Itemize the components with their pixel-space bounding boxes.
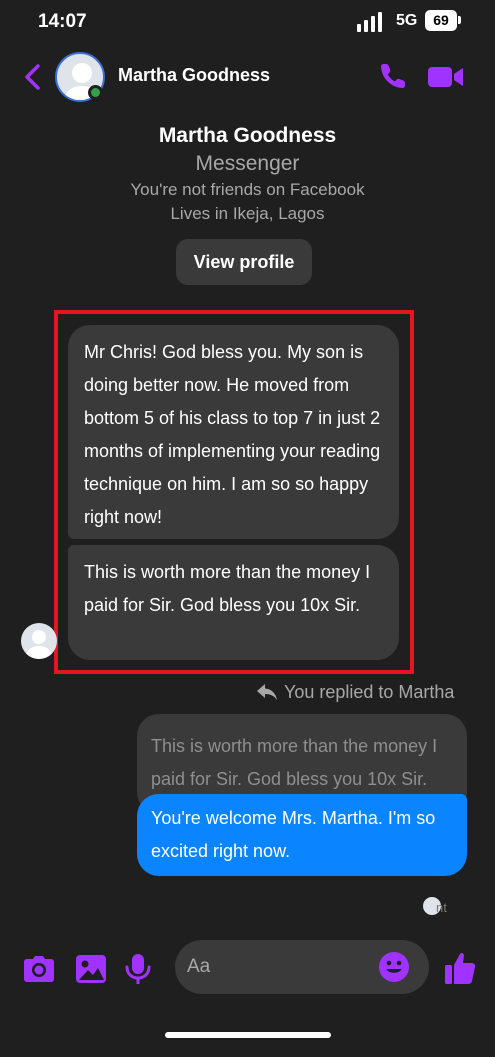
- message-composer: [0, 935, 495, 1001]
- contact-name[interactable]: Martha Goodness: [118, 65, 270, 86]
- status-time: 14:07: [38, 11, 87, 32]
- video-call-icon[interactable]: [427, 63, 465, 91]
- status-bar: 14:07 5G 69: [0, 0, 495, 44]
- reply-arrow-icon: [257, 684, 277, 700]
- signal-icon: [357, 12, 383, 32]
- thumbs-up-icon[interactable]: [443, 950, 477, 986]
- message-input-container[interactable]: [175, 940, 429, 994]
- home-indicator[interactable]: [165, 1032, 331, 1038]
- profile-name: Martha Goodness: [158, 124, 337, 147]
- view-profile-button[interactable]: View profile: [176, 239, 312, 285]
- location-note: Lives in Ikeja, Lagos: [170, 204, 325, 223]
- network-type: 5G: [396, 12, 418, 29]
- incoming-message[interactable]: This is worth more than the money I paid…: [68, 545, 399, 660]
- microphone-icon[interactable]: [121, 952, 155, 986]
- incoming-message[interactable]: Mr Chris! God bless you. My son is doing…: [68, 325, 399, 539]
- reply-note-text: You replied to Martha: [284, 682, 455, 702]
- emoji-icon[interactable]: [378, 951, 410, 983]
- profile-intro: Martha Goodness Messenger You're not fri…: [0, 122, 495, 226]
- battery-icon: 69: [425, 10, 457, 31]
- friends-note: You're not friends on Facebook: [130, 180, 365, 199]
- profile-app: Messenger: [195, 152, 300, 175]
- default-avatar-icon: [25, 630, 53, 659]
- battery-level: 69: [433, 12, 449, 28]
- online-status-dot: [88, 85, 103, 100]
- sender-avatar[interactable]: [21, 623, 57, 659]
- chat-header: Martha Goodness: [0, 44, 495, 108]
- reply-note: You replied to Martha: [256, 682, 454, 703]
- back-arrow-icon[interactable]: [22, 64, 44, 90]
- camera-icon[interactable]: [22, 952, 56, 986]
- phone-call-icon[interactable]: [378, 61, 408, 91]
- outgoing-message[interactable]: You're welcome Mrs. Martha. I'm so excit…: [137, 794, 467, 876]
- message-input[interactable]: [187, 950, 377, 984]
- gallery-icon[interactable]: [74, 952, 108, 986]
- seen-status: nt: [436, 900, 447, 915]
